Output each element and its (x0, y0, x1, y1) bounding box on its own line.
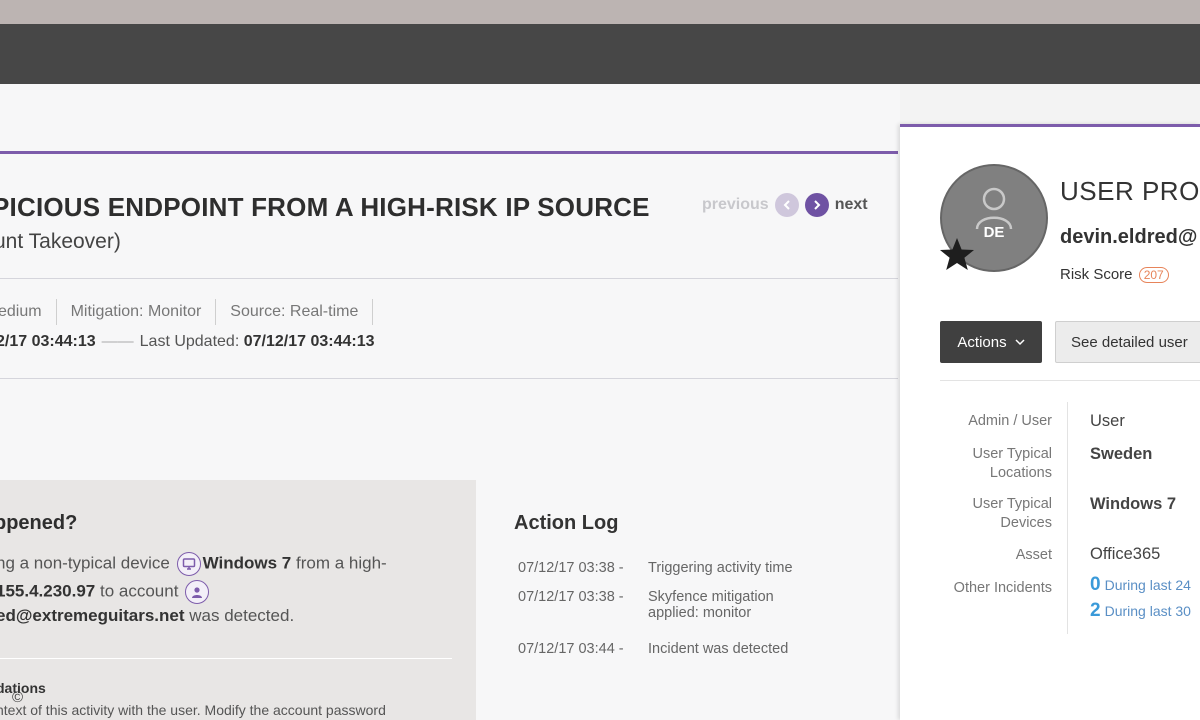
devices-value: Windows 7 (1090, 495, 1177, 513)
asset-value: Office365 (1090, 545, 1161, 563)
meta-separator (215, 299, 217, 325)
role-value: User (1090, 412, 1125, 430)
divider (0, 378, 898, 379)
incident-period: During last 30 (1104, 603, 1191, 619)
what-happened-section: ppened? ng a non-typical device Windows … (0, 480, 476, 720)
user-email: devin.eldred@ (1060, 226, 1198, 248)
locations-label: User Typical Locations (972, 445, 1052, 483)
app-top-bar (0, 24, 1200, 84)
what-happened-text: ng a non-typical device (0, 553, 170, 573)
actions-button[interactable]: Actions (940, 321, 1042, 363)
log-text: Triggering activity time (648, 560, 793, 576)
log-entry: 07/12/17 03:38 - Skyfence mitigation app… (518, 589, 774, 621)
source-text: Source: Real-time (230, 303, 359, 320)
chevron-left-icon (783, 200, 790, 210)
monitor-icon (176, 552, 201, 576)
incident-panel: PICIOUS ENDPOINT FROM A HIGH-RISK IP SOU… (0, 84, 900, 720)
what-happened-line-1: ng a non-typical device Windows 7 from a… (0, 552, 387, 576)
meta-separator (55, 299, 57, 325)
previous-button[interactable] (774, 193, 799, 217)
date-dash: —— (101, 333, 134, 350)
previous-link[interactable]: previous (702, 196, 769, 214)
window-top-strip (0, 0, 1200, 24)
asset-label: Asset (1015, 547, 1052, 563)
what-happened-line-2: 155.4.230.97 to account (0, 580, 211, 604)
risk-score: Risk Score 207 (1060, 266, 1169, 283)
log-time: 07/12/17 03:44 - (518, 641, 624, 657)
role-label: Admin / User (968, 413, 1052, 429)
label-line: Locations (989, 465, 1052, 481)
user-profile-panel: DE USER PRO devin.eldred@ Risk Score 207… (900, 124, 1200, 720)
incident-pager: previous next (702, 192, 868, 218)
severity-text: edium (0, 303, 42, 320)
next-link[interactable]: next (835, 196, 868, 214)
incident-title: PICIOUS ENDPOINT FROM A HIGH-RISK IP SOU… (0, 192, 650, 222)
column-separator (1067, 402, 1068, 634)
chevron-right-icon (813, 200, 821, 210)
incident-count: 0 (1090, 574, 1101, 595)
next-button[interactable] (804, 193, 829, 217)
other-incidents-24h[interactable]: 0 During last 24 (1090, 574, 1191, 596)
incident-dates: 2/17 03:44:13 —— Last Updated: 07/12/17 03… (0, 333, 375, 351)
incident-accent-line (0, 151, 898, 154)
what-happened-text: was detected. (189, 606, 295, 625)
meta-separator (372, 299, 374, 325)
other-incidents-label: Other Incidents (953, 580, 1052, 596)
label-line: User Typical (972, 496, 1052, 512)
created-date: 2/17 03:44:13 (0, 333, 96, 350)
ip-address: 155.4.230.97 (0, 581, 96, 601)
incident-period: During last 24 (1104, 577, 1191, 593)
user-icon (185, 580, 210, 604)
incident-meta: edium Mitigation: Monitor Source: Real-t… (0, 299, 387, 325)
log-entry: 07/12/17 03:38 - Triggering activity tim… (518, 560, 793, 576)
what-happened-text: to account (100, 581, 179, 601)
action-log-heading: Action Log (514, 512, 619, 534)
profile-title: USER PRO (1060, 176, 1200, 206)
what-happened-text: from a high- (296, 553, 387, 573)
chevron-down-icon (1015, 339, 1025, 346)
action-log-section: Action Log 07/12/17 03:38 - Triggering a… (476, 480, 900, 720)
other-incidents-30d[interactable]: 2 During last 30 (1090, 600, 1191, 622)
what-happened-line-3: ed@extremeguitars.net was detected. (0, 606, 294, 626)
label-line: User Typical (972, 446, 1052, 462)
divider (0, 278, 898, 279)
log-entry: 07/12/17 03:44 - Incident was detected (518, 641, 788, 657)
log-text: Skyfence mitigation applied: monitor (648, 589, 774, 621)
what-happened-heading: ppened? (0, 512, 78, 534)
recommendations-text: ntext of this activity with the user. Mo… (0, 702, 386, 718)
mitigation-text: Mitigation: Monitor (70, 303, 202, 320)
log-text-line: Skyfence mitigation (648, 589, 774, 605)
star-icon[interactable] (938, 236, 976, 272)
last-updated-date: 07/12/17 03:44:13 (243, 333, 375, 350)
copyright-symbol: © (12, 689, 24, 706)
log-time: 07/12/17 03:38 - (518, 589, 624, 605)
locations-value: Sweden (1090, 445, 1153, 463)
log-text-line: applied: monitor (648, 605, 752, 621)
risk-score-label: Risk Score (1060, 266, 1133, 283)
see-detailed-user-button[interactable]: See detailed user (1055, 321, 1200, 363)
incident-count: 2 (1090, 600, 1101, 621)
divider (940, 380, 1200, 381)
account-name: ed@extremeguitars.net (0, 606, 185, 625)
last-updated-label: Last Updated: (139, 333, 240, 350)
incident-subtitle: unt Takeover) (0, 230, 121, 253)
profile-accent-line (900, 124, 1200, 127)
actions-label: Actions (957, 333, 1007, 351)
divider (0, 658, 452, 659)
log-text: Incident was detected (648, 641, 789, 657)
risk-score-badge: 207 (1138, 267, 1169, 283)
log-time: 07/12/17 03:38 - (518, 560, 624, 576)
device-name: Windows 7 (202, 553, 292, 573)
label-line: Devices (1000, 515, 1052, 531)
devices-label: User Typical Devices (972, 495, 1052, 533)
